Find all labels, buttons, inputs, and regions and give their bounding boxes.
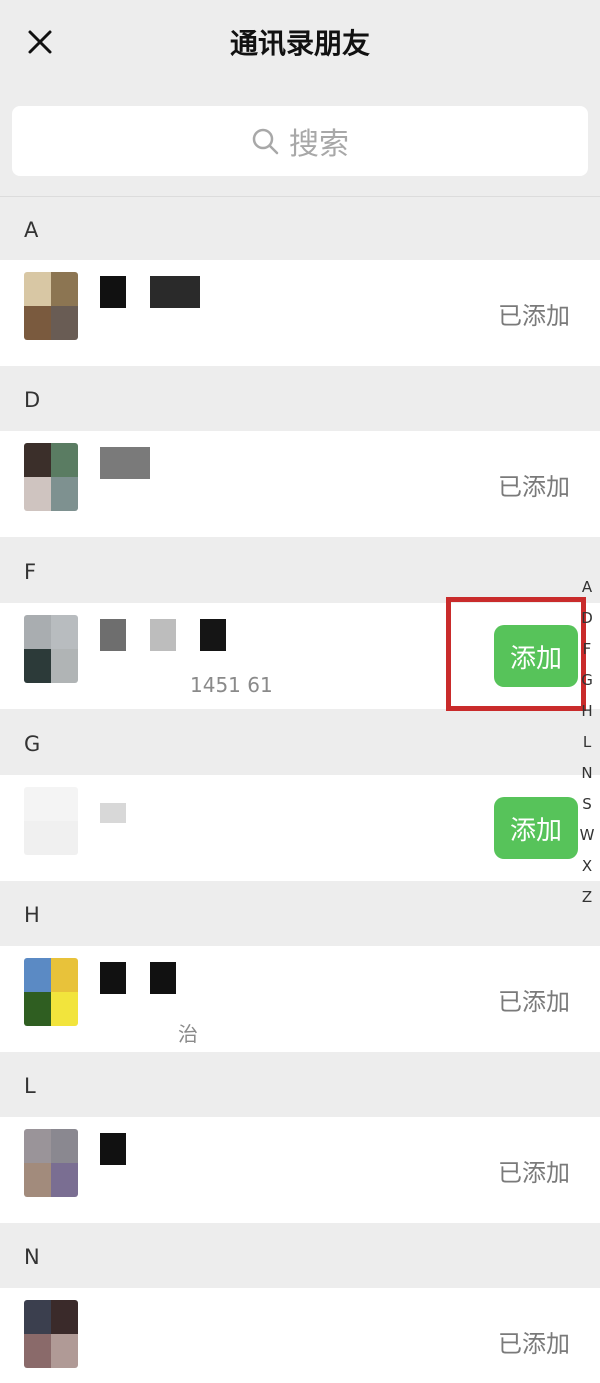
search-icon xyxy=(252,128,279,155)
contact-name xyxy=(100,791,126,823)
avatar xyxy=(24,443,78,511)
page-title: 通讯录朋友 xyxy=(229,27,370,60)
contact-subtitle: 治 xyxy=(178,1022,198,1046)
index-letter[interactable]: A xyxy=(579,578,595,609)
divider xyxy=(0,196,600,197)
index-letter[interactable]: Z xyxy=(579,888,595,919)
status-label: 已添加 xyxy=(498,1159,570,1187)
avatar xyxy=(24,272,78,340)
alphabet-index[interactable]: A D F G H L N S W X Z xyxy=(579,578,595,919)
index-letter[interactable]: N xyxy=(579,764,595,795)
status-label: 已添加 xyxy=(498,1330,570,1358)
contact-name xyxy=(100,1133,126,1165)
section-header-a: A xyxy=(24,218,39,242)
highlight-box xyxy=(446,597,586,711)
search-placeholder: 搜索 xyxy=(289,127,349,162)
contact-row[interactable]: 治 已添加 xyxy=(0,946,600,1052)
index-letter[interactable]: G xyxy=(579,671,595,702)
contact-name xyxy=(100,276,200,308)
index-letter[interactable]: F xyxy=(579,640,595,671)
index-letter[interactable]: L xyxy=(579,733,595,764)
index-letter[interactable]: X xyxy=(579,857,595,888)
contact-name xyxy=(100,447,150,479)
section-header-h: H xyxy=(24,903,40,927)
avatar xyxy=(24,958,78,1026)
contact-row[interactable]: 添加 xyxy=(0,775,600,881)
avatar xyxy=(24,1300,78,1368)
section-header-l: L xyxy=(24,1074,36,1098)
section-header-d: D xyxy=(24,388,41,412)
avatar xyxy=(24,615,78,683)
add-button[interactable]: 添加 xyxy=(494,797,578,859)
contact-subtitle: 1451 61 xyxy=(190,673,273,697)
index-letter[interactable]: W xyxy=(579,826,595,857)
contact-row[interactable]: 已添加 xyxy=(0,260,600,366)
contact-row[interactable]: 已添加 xyxy=(0,1288,600,1383)
avatar xyxy=(24,1129,78,1197)
contact-name xyxy=(100,962,176,994)
section-header-n: N xyxy=(24,1245,40,1269)
index-letter[interactable]: S xyxy=(579,795,595,826)
header: 通讯录朋友 xyxy=(0,0,600,92)
status-label: 已添加 xyxy=(498,988,570,1016)
section-header-f: F xyxy=(24,560,37,584)
status-label: 已添加 xyxy=(498,473,570,501)
contact-name xyxy=(100,619,226,651)
index-letter[interactable]: H xyxy=(579,702,595,733)
contact-row[interactable]: 已添加 xyxy=(0,431,600,537)
avatar xyxy=(24,787,78,855)
status-label: 已添加 xyxy=(498,302,570,330)
section-header-g: G xyxy=(24,732,41,756)
contact-row[interactable]: 已添加 xyxy=(0,1117,600,1223)
index-letter[interactable]: D xyxy=(579,609,595,640)
search-input[interactable]: 搜索 xyxy=(12,106,588,176)
